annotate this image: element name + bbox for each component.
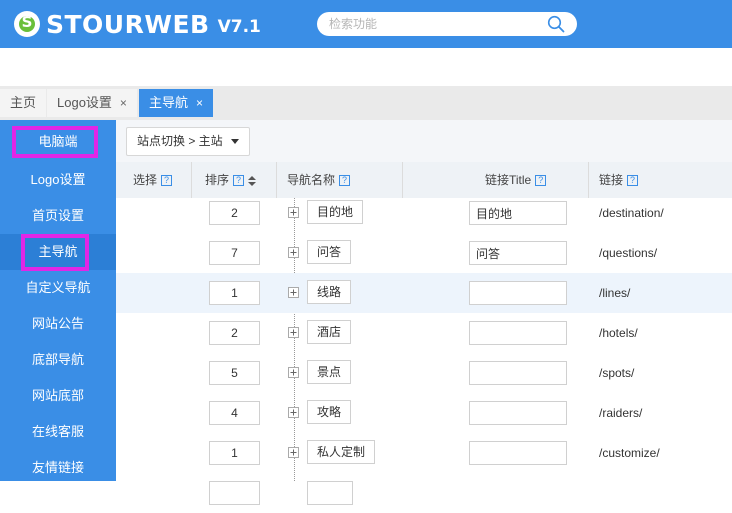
search-input[interactable] [329, 15, 529, 33]
link-url: /customize/ [599, 446, 660, 460]
nav-name-input[interactable] [307, 481, 353, 505]
help-icon[interactable]: ? [339, 175, 351, 187]
sort-input[interactable] [209, 321, 260, 345]
sidebar-item-footer-nav[interactable]: 底部导航 [0, 342, 116, 378]
sort-input[interactable] [209, 201, 260, 225]
sidebar-item-home-settings[interactable]: 首页设置 [0, 198, 116, 234]
tab-bar: 主页 Logo设置 × 主导航 × [0, 86, 732, 120]
link-title-input[interactable] [469, 241, 567, 265]
sidebar-item-online-service[interactable]: 在线客服 [0, 414, 116, 450]
expand-plus-icon[interactable] [288, 247, 299, 258]
link-url: /lines/ [599, 286, 631, 300]
highlight-box [12, 126, 98, 158]
link-url: /questions/ [599, 246, 658, 260]
expand-plus-icon[interactable] [288, 207, 299, 218]
help-icon[interactable]: ? [627, 175, 639, 187]
nav-name-input[interactable]: 目的地 [307, 200, 364, 224]
column-label: 链接Title [485, 173, 532, 187]
table-row: 酒店 /hotels/ [116, 313, 732, 353]
link-title-input[interactable] [469, 201, 567, 225]
sidebar-item-logo-settings[interactable]: Logo设置 [0, 162, 116, 198]
search-icon[interactable] [547, 15, 565, 33]
tab-logo-settings[interactable]: Logo设置 × [47, 89, 137, 117]
table-row [116, 473, 732, 513]
sort-input[interactable] [209, 481, 260, 505]
column-label: 链接 [599, 173, 624, 187]
expand-plus-icon[interactable] [288, 327, 299, 338]
sort-input[interactable] [209, 441, 260, 465]
tab-label: Logo设置 [57, 95, 112, 110]
logo[interactable]: STOURWEB V7.1 [14, 9, 261, 39]
table-row: 目的地 /destination/ [116, 193, 732, 233]
tab-main-nav[interactable]: 主导航 × [139, 89, 214, 117]
expand-plus-icon[interactable] [288, 447, 299, 458]
sidebar-item-custom-nav[interactable]: 自定义导航 [0, 270, 116, 306]
table-row: 问答 /questions/ [116, 233, 732, 273]
toolbar: 站点切换 > 主站 [116, 120, 732, 162]
logo-version: V7.1 [217, 17, 261, 37]
top-bar: STOURWEB V7.1 [0, 0, 732, 48]
tab-label: 主页 [10, 95, 37, 110]
chevron-down-icon [230, 139, 239, 145]
column-label: 排序 [205, 173, 230, 187]
link-title-input[interactable] [469, 441, 567, 465]
site-switch-label: 站点切换 > 主站 [137, 134, 223, 148]
close-icon[interactable]: × [196, 96, 203, 110]
link-url: /spots/ [599, 366, 635, 380]
main-content: 站点切换 > 主站 选择? 排序? 导航名称? 链接Title? 链接? 目的地… [116, 120, 732, 505]
expand-plus-icon[interactable] [288, 367, 299, 378]
sidebar-item-site-footer[interactable]: 网站底部 [0, 378, 116, 414]
sort-icon[interactable] [248, 175, 257, 186]
sort-input[interactable] [209, 401, 260, 425]
sidebar-item-announcement[interactable]: 网站公告 [0, 306, 116, 342]
link-title-input[interactable] [469, 401, 567, 425]
link-url: /destination/ [599, 206, 664, 220]
link-url: /raiders/ [599, 406, 643, 420]
table-row: 景点 /spots/ [116, 353, 732, 393]
logo-icon [14, 11, 40, 37]
search-box [317, 12, 577, 36]
help-icon[interactable]: ? [535, 175, 547, 187]
logo-text: STOURWEB [46, 9, 210, 39]
nav-name-input[interactable]: 酒店 [307, 320, 352, 344]
link-title-input[interactable] [469, 361, 567, 385]
highlight-box [21, 234, 89, 271]
close-icon[interactable]: × [120, 96, 127, 110]
link-url: /hotels/ [599, 326, 638, 340]
sidebar: 电脑端 Logo设置 首页设置 主导航 自定义导航 网站公告 底部导航 网站底部… [0, 120, 116, 481]
link-title-input[interactable] [469, 321, 567, 345]
tab-home[interactable]: 主页 [0, 89, 47, 117]
nav-name-input[interactable]: 线路 [307, 280, 352, 304]
site-switch-dropdown[interactable]: 站点切换 > 主站 [126, 127, 250, 156]
help-icon[interactable]: ? [233, 175, 245, 187]
table-row: 攻略 /raiders/ [116, 393, 732, 433]
expand-plus-icon[interactable] [288, 407, 299, 418]
table-row: 私人定制 /customize/ [116, 433, 732, 473]
column-label: 选择 [133, 173, 158, 187]
column-label: 导航名称 [287, 173, 336, 187]
nav-name-input[interactable]: 私人定制 [307, 440, 376, 464]
tab-label: 主导航 [149, 95, 189, 110]
nav-name-input[interactable]: 攻略 [307, 400, 352, 424]
nav-name-input[interactable]: 景点 [307, 360, 352, 384]
sort-input[interactable] [209, 361, 260, 385]
link-title-input[interactable] [469, 281, 567, 305]
help-icon[interactable]: ? [161, 175, 173, 187]
nav-name-input[interactable]: 问答 [307, 240, 352, 264]
sort-input[interactable] [209, 281, 260, 305]
sort-input[interactable] [209, 241, 260, 265]
expand-plus-icon[interactable] [288, 287, 299, 298]
table-row: 线路 /lines/ [116, 273, 732, 313]
